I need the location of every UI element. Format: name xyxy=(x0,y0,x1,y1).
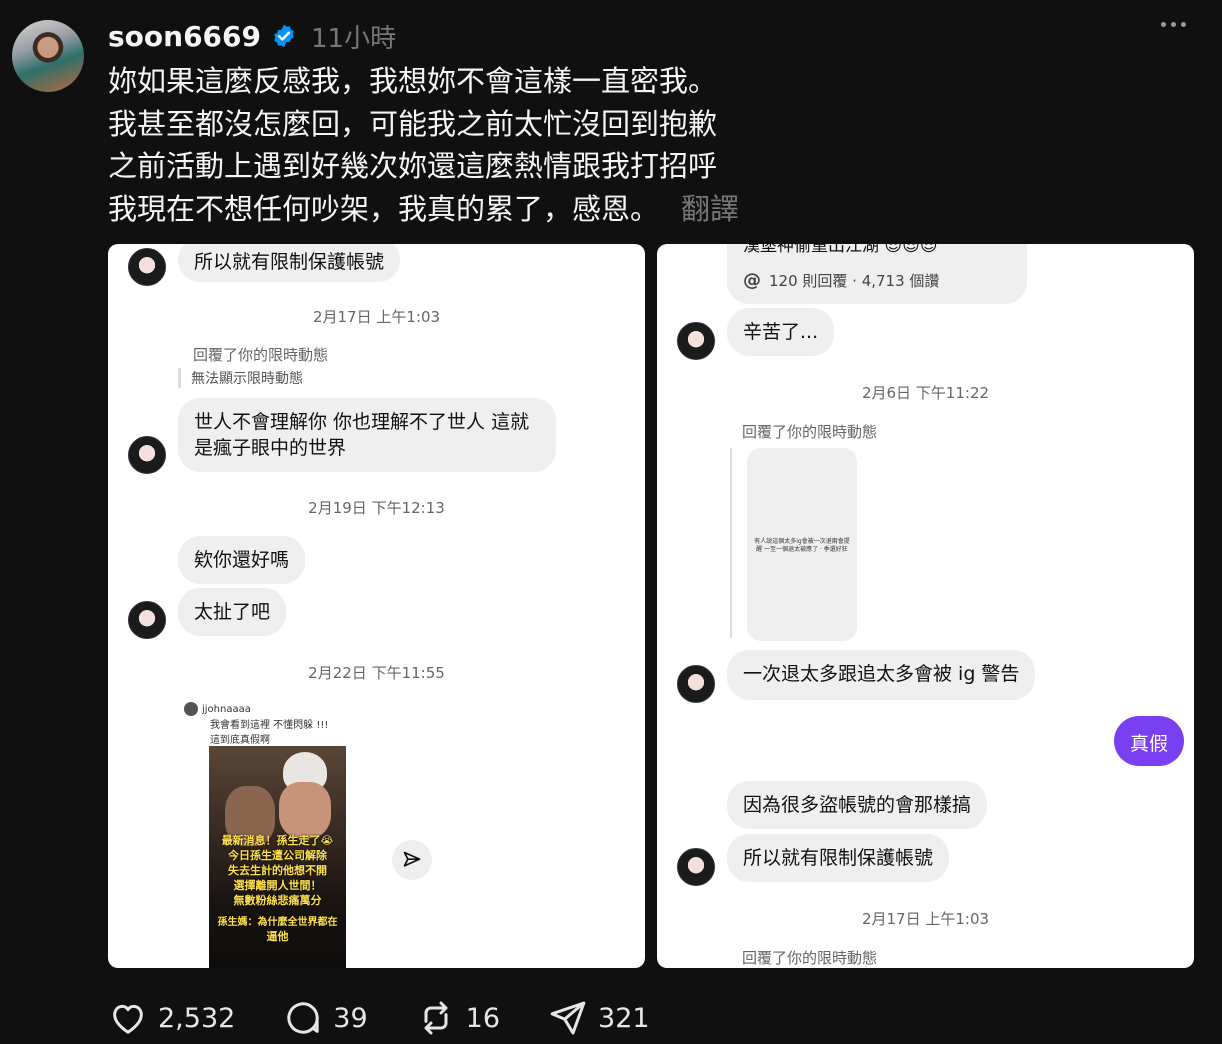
dm-date: 2月19日 下午12:13 xyxy=(308,499,445,517)
story-reply-label: 回覆了你的限時動態 xyxy=(742,949,878,967)
dm-message-warning: 一次退太多跟追太多會被 ig 警告 xyxy=(727,650,1036,700)
post-actions: 2,532 39 16 321 xyxy=(108,998,698,1038)
shared-username: jjohnaaaa xyxy=(202,703,251,715)
send-icon xyxy=(550,1001,586,1035)
contact-avatar xyxy=(128,248,166,286)
attached-image-right[interactable]: 漢堡神偷重出江湖 😎😎😎 @ 120 則回覆 · 4,713 個讚 辛苦了...… xyxy=(657,244,1194,968)
news-caption: 最新消息！孫生走了😭 xyxy=(221,834,334,847)
story-reply-label: 回覆了你的限時動態 xyxy=(193,346,329,364)
dm-date: 2月22日 下午11:55 xyxy=(308,664,445,682)
post-timestamp: 11小時 xyxy=(311,23,397,54)
contact-avatar xyxy=(677,665,715,703)
story-text: 有人說這個太多ig會被一次退兩會提醒 一至一個退太被應了 · 季還好狂 xyxy=(754,538,850,553)
repost-count: 16 xyxy=(465,1002,501,1034)
comment-button[interactable]: 39 xyxy=(283,998,368,1038)
attached-image-left[interactable]: 所以就有限制保護帳號 2月17日 上午1:03 回覆了你的限時動態 無法顯示限時… xyxy=(108,244,645,968)
post-line-1: 妳如果這麼反感我，我想妳不會這樣一直密我。 xyxy=(108,64,718,98)
shared-text-1: 我會看到這裡 不懂閃躲 !!! xyxy=(210,720,329,731)
username[interactable]: soon6669 xyxy=(108,20,261,53)
news-caption: 孫生媽：為什麼全世界都在 xyxy=(217,917,338,928)
share-count: 321 xyxy=(598,1002,650,1034)
dm-message-thanks: 辛苦了... xyxy=(727,308,835,356)
comment-icon xyxy=(287,1002,319,1034)
my-message-really: 真假 xyxy=(1114,716,1184,766)
share-icon xyxy=(392,840,432,880)
threads-post-text: 漢堡神偷重出江湖 😎😎😎 xyxy=(743,244,938,256)
contact-avatar xyxy=(128,436,166,474)
dm-message-ok: 欸你還好嗎 xyxy=(178,536,306,584)
news-caption: 失去生計的他想不開 xyxy=(228,864,327,877)
threads-stats: 120 則回覆 · 4,713 個讚 xyxy=(769,272,940,290)
more-options-icon[interactable] xyxy=(1161,22,1186,27)
dm-date: 2月17日 上午1:03 xyxy=(312,308,441,326)
contact-avatar xyxy=(677,322,715,360)
dm-message-restricted: 所以就有限制保護帳號 xyxy=(727,834,950,882)
news-caption: 無數粉絲悲痛萬分 xyxy=(233,894,322,907)
post-body: 妳如果這麼反感我，我想妳不會這樣一直密我。 我甚至都沒怎麼回，可能我之前太忙沒回… xyxy=(108,60,1168,230)
shared-threads-post: 漢堡神偷重出江湖 😎😎😎 @ 120 則回覆 · 4,713 個讚 xyxy=(727,244,1027,304)
post-header: soon6669 11小時 xyxy=(108,16,396,56)
news-caption: 逼他 xyxy=(266,930,289,943)
dm-date: 2月6日 下午11:22 xyxy=(861,384,990,402)
story-unavailable: 無法顯示限時動態 xyxy=(178,368,303,388)
contact-avatar xyxy=(677,848,715,886)
repost-icon xyxy=(424,1001,448,1035)
face-shape xyxy=(279,782,331,838)
contact-avatar xyxy=(128,601,166,639)
shared-news-image: 最新消息！孫生走了😭 今日孫生遭公司解除 失去生計的他想不開 選擇離開人世間！ … xyxy=(209,746,346,968)
dm-message-hackers: 因為很多盜帳號的會那樣搞 xyxy=(727,781,988,829)
dm-message-absurd: 太扯了吧 xyxy=(178,588,287,636)
story-thumbnail: 有人說這個太多ig會被一次退兩會提醒 一至一個退太被應了 · 季還好狂 xyxy=(747,448,857,641)
threads-logo-icon: @ xyxy=(743,270,761,291)
share-button[interactable]: 321 xyxy=(548,998,650,1038)
translate-link[interactable]: 翻譯 xyxy=(681,192,739,226)
dm-message-restricted: 所以就有限制保護帳號 xyxy=(178,244,401,282)
threads-stats-row: @ 120 則回覆 · 4,713 個讚 xyxy=(743,268,939,294)
repost-button[interactable]: 16 xyxy=(416,998,500,1038)
dm-message-world: 世人不會理解你 你也理解不了世人 這就是瘋子眼中的世界 xyxy=(178,398,556,472)
dm-date: 2月17日 上午1:03 xyxy=(861,910,990,928)
reply-bar xyxy=(730,448,732,638)
comment-count: 39 xyxy=(333,1002,368,1034)
story-reply-label: 回覆了你的限時動態 xyxy=(742,423,878,441)
heart-icon xyxy=(113,1004,143,1034)
post-line-4: 我現在不想任何吵架，我真的累了，感恩。 翻譯 xyxy=(108,191,740,226)
post-line-3: 之前活動上遇到好幾次妳還這麼熱情跟我打招呼 xyxy=(108,149,718,183)
shared-text-2: 這到底真假啊 xyxy=(210,735,270,746)
like-button[interactable]: 2,532 xyxy=(108,998,235,1038)
news-caption: 今日孫生遭公司解除 xyxy=(228,849,327,862)
post-line-2: 我甚至都沒怎麼回，可能我之前太忙沒回到抱歉 xyxy=(108,106,718,141)
like-count: 2,532 xyxy=(158,1002,236,1034)
news-caption: 選擇離開人世間！ xyxy=(233,879,322,892)
shared-avatar xyxy=(184,702,198,716)
verified-badge-icon xyxy=(274,24,294,48)
author-avatar[interactable] xyxy=(12,20,84,92)
